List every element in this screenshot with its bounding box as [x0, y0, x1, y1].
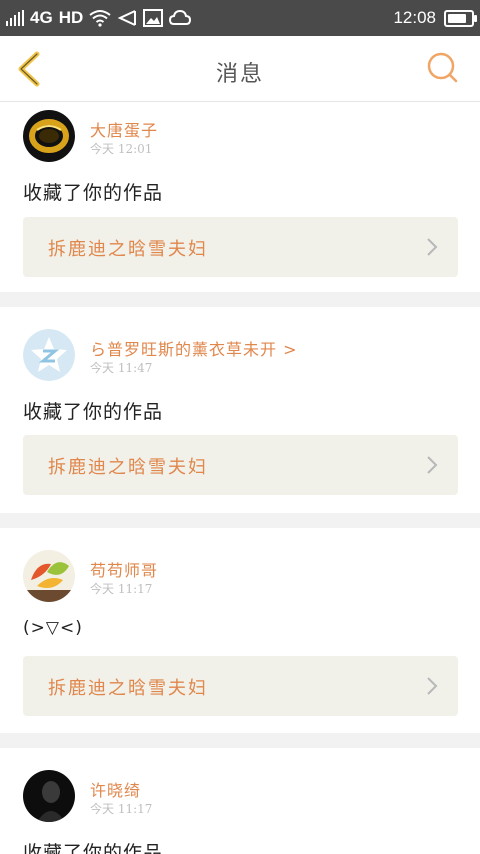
work-card[interactable]: 拆鹿迪之晗雪夫妇 — [23, 435, 458, 495]
timestamp: 今天 12:01 — [90, 142, 153, 156]
avatar[interactable] — [23, 770, 75, 822]
cloud-icon — [169, 9, 192, 25]
chevron-right-icon — [427, 677, 438, 695]
sender-name[interactable]: ら普罗旺斯的薰衣草未开 > — [90, 336, 298, 360]
sender-name[interactable]: 大唐蛋子 — [90, 117, 158, 141]
image-icon — [143, 9, 164, 27]
avatar[interactable] — [23, 550, 75, 602]
avatar[interactable] — [23, 110, 75, 162]
chevron-right-icon — [427, 238, 438, 256]
timestamp: 今天 11:47 — [90, 361, 153, 375]
app-header: 消息 — [0, 36, 480, 102]
message-text: 收藏了你的作品 — [23, 182, 164, 204]
list-item: 许晓绮 今天 11:17 收藏了你的作品 — [0, 748, 480, 854]
signal-icon — [6, 10, 24, 26]
work-title: 拆鹿迪之晗雪夫妇 — [48, 457, 208, 478]
avatar[interactable] — [23, 329, 75, 381]
work-title: 拆鹿迪之晗雪夫妇 — [48, 239, 208, 260]
message-text: 收藏了你的作品 — [23, 401, 164, 423]
battery-icon — [444, 9, 477, 27]
timestamp: 今天 11:17 — [90, 582, 153, 596]
divider — [0, 292, 480, 307]
work-card[interactable]: 拆鹿迪之晗雪夫妇 — [23, 217, 458, 277]
list-item: 大唐蛋子 今天 12:01 收藏了你的作品 拆鹿迪之晗雪夫妇 — [0, 102, 480, 292]
page-title: 消息 — [215, 62, 264, 87]
divider — [0, 733, 480, 748]
list-item: ら普罗旺斯的薰衣草未开 > 今天 11:47 收藏了你的作品 拆鹿迪之晗雪夫妇 — [0, 307, 480, 513]
work-title: 拆鹿迪之晗雪夫妇 — [48, 678, 208, 699]
network-type: 4G — [30, 8, 53, 27]
sender-name[interactable]: 许晓绮 — [90, 777, 141, 801]
hd-indicator: HD — [58, 8, 84, 27]
chevron-right-icon — [427, 456, 438, 474]
message-text: 收藏了你的作品 — [23, 842, 164, 854]
message-text: (>▽<) — [23, 618, 83, 638]
search-button[interactable] — [426, 51, 460, 85]
clock: 12:08 — [393, 8, 436, 27]
sender-name[interactable]: 苟苟师哥 — [90, 557, 158, 581]
wifi-icon — [89, 10, 111, 27]
divider — [0, 513, 480, 528]
cast-icon — [117, 10, 137, 26]
timestamp: 今天 11:17 — [90, 802, 153, 816]
list-item: 苟苟师哥 今天 11:17 (>▽<) 拆鹿迪之晗雪夫妇 — [0, 528, 480, 733]
work-card[interactable]: 拆鹿迪之晗雪夫妇 — [23, 656, 458, 716]
status-bar: 4G HD 12:08 — [0, 0, 480, 36]
message-list[interactable]: 大唐蛋子 今天 12:01 收藏了你的作品 拆鹿迪之晗雪夫妇 ら普罗旺斯的薰衣草… — [0, 102, 480, 854]
